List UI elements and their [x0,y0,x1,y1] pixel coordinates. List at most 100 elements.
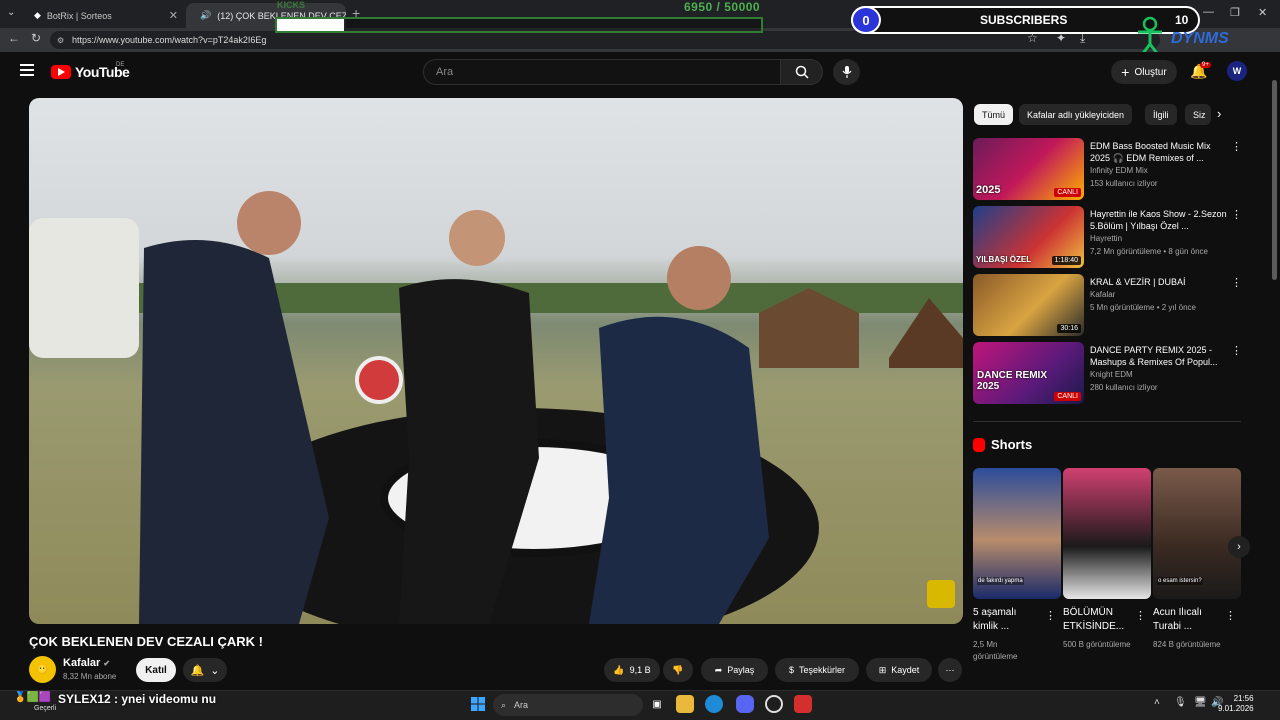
thanks-icon: $ [788,665,794,675]
video-title[interactable]: KRAL & VEZİR | DUBAİ [1090,276,1230,288]
create-button[interactable]: + Oluştur [1111,60,1177,84]
shorts-icon [973,437,985,452]
app-red-icon[interactable] [794,695,812,713]
tab-botrix[interactable]: ◆ BotRix | Sorteos ✕ [26,3,186,28]
short-title[interactable]: Acun Ilıcalı Turabi ... [1153,606,1223,634]
region-code: DE [116,62,125,68]
video-player[interactable] [29,98,963,624]
account-avatar[interactable]: W [1227,61,1247,81]
short-title[interactable]: BÖLÜMÜN ETKİSİNDE... [1063,606,1133,634]
thumbnail-badge: YILBAŞI ÖZEL [976,255,1032,264]
file-explorer-icon[interactable] [676,695,694,713]
short-thumbnail[interactable] [1063,468,1151,599]
plus-icon: + [1121,64,1130,80]
channel-watermark [927,580,955,608]
video-meta: 153 kullanıcı izliyor [1090,179,1158,188]
create-label: Oluştur [1134,66,1167,78]
search-button[interactable] [781,59,823,85]
chevron-right-icon[interactable]: › [1228,536,1250,558]
share-label: Paylaş [727,665,755,675]
short-thumbnail[interactable]: o esam istersin? [1153,468,1241,599]
tray-chevron-icon[interactable]: ˄ [1154,697,1160,708]
channel-name[interactable]: Kafalar [1090,290,1115,299]
video-thumbnail[interactable]: 2025 CANLI [973,138,1084,200]
goal-counter: 6950 / 50000 [684,0,760,14]
clock-date: 9.01.2026 [1218,704,1254,713]
thanks-button[interactable]: $ Teşekkürler [775,658,859,682]
network-icon[interactable]: 🖥 [1194,697,1207,708]
thanks-label: Teşekkürler [799,665,846,675]
video-title[interactable]: EDM Bass Boosted Music Mix 2025 🎧 EDM Re… [1090,140,1230,164]
short-title[interactable]: 5 aşamalı kimlik ... [973,606,1043,634]
shorts-heading-text: Shorts [991,437,1033,452]
video-thumbnail[interactable]: DANCE REMIX 2025 CANLI [973,342,1084,404]
more-icon[interactable]: ⋮ [1231,140,1242,153]
microphone-icon [842,66,851,78]
chip-you[interactable]: Siz [1185,104,1211,125]
video-title[interactable]: Hayrettin ile Kaos Show - 2.Sezon 5.Bölü… [1090,208,1230,232]
menu-icon[interactable] [20,64,34,76]
microphone-icon[interactable]: 🎙 [1174,697,1187,708]
scrollbar-thumb[interactable] [1272,80,1277,280]
taskbar-search[interactable]: ⌕ Ara [493,694,643,716]
subscription-bell-button[interactable]: 🔔 ⌄ [183,658,227,682]
reload-icon[interactable]: ↻ [31,31,41,45]
duration-badge: 1:18:40 [1051,256,1081,265]
chip-uploader[interactable]: Kafalar adlı yükleyiciden [1019,104,1133,125]
more-actions-button[interactable]: ⋯ [938,658,962,682]
discord-icon[interactable] [736,695,754,713]
taskbar-clock[interactable]: 21:56 9.01.2026 [1218,694,1254,714]
close-icon[interactable]: ✕ [169,9,178,22]
voice-search-button[interactable] [833,59,860,85]
video-thumbnail[interactable]: YILBAŞI ÖZEL 1:18:40 [973,206,1084,268]
obs-icon[interactable] [765,695,783,713]
list-item[interactable]: 30:16 KRAL & VEZİR | DUBAİ Kafalar 5 Mn … [973,274,1243,338]
site-info-icon[interactable]: ⚙ [57,36,64,45]
more-icon[interactable]: ⋮ [1225,609,1236,622]
more-icon[interactable]: ⋮ [1135,609,1146,622]
more-icon[interactable]: ⋮ [1231,276,1242,289]
duration-badge: 30:16 [1057,324,1081,333]
search-icon: ⌕ [501,699,507,710]
subscriber-overlay-title: SUBSCRIBERS [980,13,1068,27]
start-icon[interactable] [469,695,487,713]
search-input[interactable]: Ara [423,59,781,85]
more-icon[interactable]: ⋮ [1231,208,1242,221]
channel-name[interactable]: Knight EDM [1090,370,1133,379]
goal-progress-fill [277,19,344,31]
task-view-icon[interactable]: ▣ [648,695,666,713]
back-icon[interactable]: ← [8,31,20,45]
short-thumbnail[interactable]: de fakırdı yapma [973,468,1061,599]
list-item[interactable]: 2025 CANLI EDM Bass Boosted Music Mix 20… [973,138,1243,202]
video-title[interactable]: DANCE PARTY REMIX 2025 - Mashups & Remix… [1090,344,1230,368]
list-item[interactable]: DANCE REMIX 2025 CANLI DANCE PARTY REMIX… [973,342,1243,406]
channel-name[interactable]: Infinity EDM Mix [1090,166,1148,175]
window-close-icon[interactable]: ✕ [1258,6,1267,19]
video-meta: 5 Mn görüntüleme • 2 yıl önce [1090,303,1196,312]
speaker-icon[interactable]: 🔊 [200,10,211,21]
channel-name[interactable]: Kafalar ✔ [63,657,110,669]
short-views: 500 B görüntüleme [1063,640,1131,649]
list-item[interactable]: YILBAŞI ÖZEL 1:18:40 Hayrettin ile Kaos … [973,206,1243,270]
edge-icon[interactable] [705,695,723,713]
dislike-button[interactable]: 👎 [663,658,693,682]
short-views: 824 B görüntüleme [1153,640,1221,649]
channel-face-icon: 😶 [36,664,49,674]
brand-text: DYNMS [1171,30,1229,47]
goal-current: 6950 [684,0,713,14]
more-icon[interactable]: ⋮ [1231,344,1242,357]
chevron-right-icon[interactable]: › [1217,106,1221,121]
chip-related[interactable]: İlgili [1145,104,1177,125]
video-thumbnail[interactable]: 30:16 [973,274,1084,336]
save-button[interactable]: ⊞ Kaydet [866,658,932,682]
channel-name[interactable]: Hayrettin [1090,234,1122,243]
chip-all[interactable]: Tümü [974,104,1014,125]
channel-avatar[interactable]: 😶 [29,656,56,683]
like-button[interactable]: 👍 9,1 B [604,658,660,682]
live-badge: CANLI [1054,188,1081,197]
share-button[interactable]: ➦ Paylaş [701,658,768,682]
join-button[interactable]: Katıl [136,658,176,682]
tab-list-chevron-icon[interactable]: ⌄ [7,7,15,18]
more-icon[interactable]: ⋮ [1045,609,1056,622]
short-caption: o esam istersin? [1157,577,1203,585]
